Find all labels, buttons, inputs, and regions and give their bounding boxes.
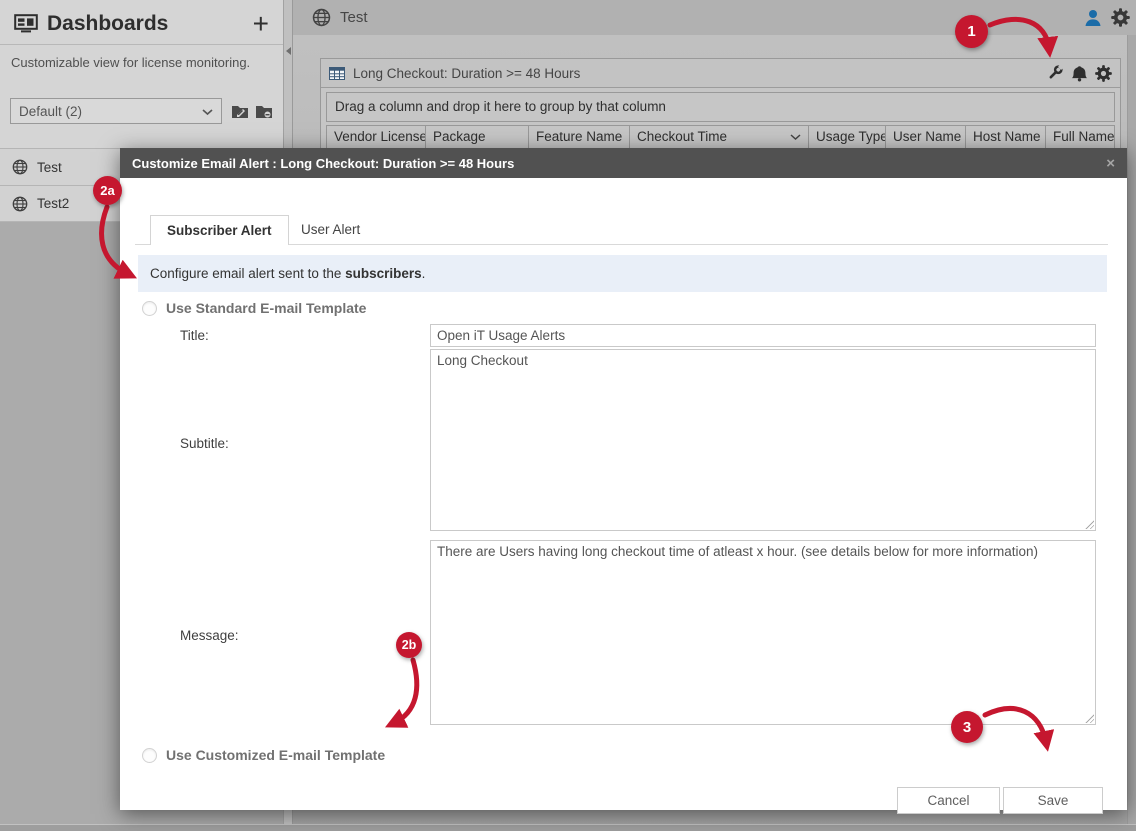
folder-icon[interactable] xyxy=(255,104,273,119)
dashboard-group-value: Default (2) xyxy=(19,103,83,119)
user-icon[interactable] xyxy=(1084,9,1102,27)
info-banner: Configure email alert sent to the subscr… xyxy=(138,255,1107,292)
column-header-usage-type[interactable]: Usage Type xyxy=(809,126,886,148)
radio-label: Use Customized E-mail Template xyxy=(166,747,386,763)
sidebar-header: Dashboards + Customizable view for licen… xyxy=(0,0,283,148)
customize-email-alert-dialog: Customize Email Alert : Long Checkout: D… xyxy=(120,148,1127,814)
sidebar-item-label: Test2 xyxy=(37,196,70,211)
customize-wrench-icon[interactable] xyxy=(1046,64,1064,82)
dashboard-group-select[interactable]: Default (2) xyxy=(10,98,222,124)
radio-label: Use Standard E-mail Template xyxy=(166,300,367,316)
sidebar-title: Dashboards xyxy=(47,12,169,35)
column-header-user-name[interactable]: User Name xyxy=(886,126,966,148)
edit-folder-icon[interactable] xyxy=(231,104,249,119)
cancel-button[interactable]: Cancel xyxy=(897,787,1000,814)
column-header-package[interactable]: Package xyxy=(426,126,529,148)
column-header-label: Checkout Time xyxy=(637,129,728,144)
globe-icon xyxy=(312,8,331,27)
dashboards-icon xyxy=(14,14,38,34)
group-by-drop-zone[interactable]: Drag a column and drop it here to group … xyxy=(326,92,1115,122)
alert-bell-icon[interactable] xyxy=(1071,65,1088,82)
info-text-bold: subscribers xyxy=(345,266,422,281)
column-header-feature-name[interactable]: Feature Name xyxy=(529,126,630,148)
tab-subscriber-alert[interactable]: Subscriber Alert xyxy=(150,215,289,245)
title-field-label: Title: xyxy=(180,328,209,343)
collapse-sidebar-icon[interactable] xyxy=(286,47,291,55)
main-header: Test xyxy=(293,0,1136,35)
radio-button-icon[interactable] xyxy=(142,300,157,316)
window-bottom-edge xyxy=(0,824,1136,831)
use-standard-template-radio[interactable]: Use Standard E-mail Template xyxy=(142,300,366,316)
title-input[interactable] xyxy=(430,324,1096,347)
column-header-full-name[interactable]: Full Name xyxy=(1046,126,1114,148)
message-field-label: Message: xyxy=(180,628,239,643)
message-textarea[interactable]: There are Users having long checkout tim… xyxy=(430,540,1096,725)
dialog-title: Customize Email Alert : Long Checkout: D… xyxy=(132,155,515,171)
subtitle-field-label: Subtitle: xyxy=(180,436,229,451)
save-button[interactable]: Save xyxy=(1003,787,1103,814)
column-header-checkout-time[interactable]: Checkout Time xyxy=(630,126,809,148)
settings-gear-icon[interactable] xyxy=(1111,8,1130,27)
chevron-down-icon[interactable] xyxy=(790,126,801,148)
widget-header: Long Checkout: Duration >= 48 Hours xyxy=(321,59,1120,88)
subtitle-textarea[interactable]: Long Checkout xyxy=(430,349,1096,531)
info-text: Configure email alert sent to the xyxy=(150,266,346,281)
dialog-titlebar: Customize Email Alert : Long Checkout: D… xyxy=(120,148,1127,178)
table-header-row: Vendor License Package Feature Name Chec… xyxy=(326,125,1115,149)
chevron-down-icon xyxy=(202,104,213,119)
vertical-scrollbar[interactable] xyxy=(1127,35,1136,831)
tab-user-alert[interactable]: User Alert xyxy=(285,215,376,245)
widget-gear-icon[interactable] xyxy=(1095,64,1112,82)
sidebar-item-label: Test xyxy=(37,159,62,175)
radio-button-icon[interactable] xyxy=(142,747,157,763)
page-title: Test xyxy=(340,9,368,26)
column-header-host-name[interactable]: Host Name xyxy=(966,126,1046,148)
table-icon xyxy=(329,66,345,80)
use-customized-template-radio[interactable]: Use Customized E-mail Template xyxy=(142,747,385,763)
dialog-body: Subscriber Alert User Alert Configure em… xyxy=(120,178,1127,814)
add-dashboard-button[interactable]: + xyxy=(253,10,269,38)
app-window: Dashboards + Customizable view for licen… xyxy=(0,0,1136,831)
widget-title: Long Checkout: Duration >= 48 Hours xyxy=(353,65,581,81)
globe-icon xyxy=(12,196,28,212)
sidebar-description: Customizable view for license monitoring… xyxy=(11,55,251,70)
column-header-vendor-license[interactable]: Vendor License xyxy=(327,126,426,148)
info-text-suffix: . xyxy=(421,266,426,281)
close-icon[interactable]: × xyxy=(1106,156,1115,171)
globe-icon xyxy=(12,159,28,175)
